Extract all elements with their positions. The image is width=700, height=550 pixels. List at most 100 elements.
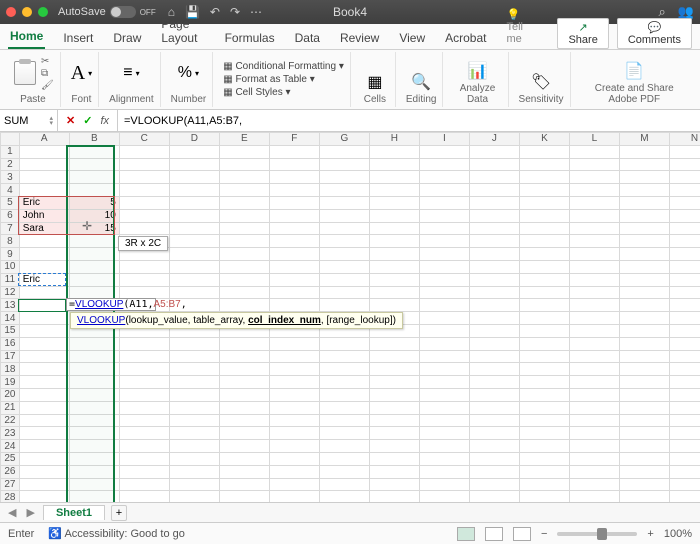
cell-J11[interactable] <box>469 273 519 286</box>
cell-I20[interactable] <box>419 388 469 401</box>
cell-J27[interactable] <box>469 478 519 491</box>
cell-E13[interactable] <box>219 299 269 312</box>
cell-L14[interactable] <box>569 312 619 325</box>
cell-G8[interactable] <box>319 235 369 248</box>
row-header-9[interactable]: 9 <box>1 248 20 261</box>
align-icon[interactable]: ≡ <box>123 64 132 82</box>
cell-N9[interactable] <box>669 248 700 261</box>
col-header-A[interactable]: A <box>19 133 69 146</box>
cell-D7[interactable] <box>169 222 219 235</box>
row-header-2[interactable]: 2 <box>1 158 20 171</box>
name-box[interactable]: SUM ▴▾ <box>0 110 58 131</box>
cell-E23[interactable] <box>219 427 269 440</box>
cell-A5[interactable]: Eric <box>19 196 69 209</box>
cell-B1[interactable] <box>69 145 119 158</box>
cell-M20[interactable] <box>619 388 669 401</box>
row-header-15[interactable]: 15 <box>1 324 20 337</box>
cell-L23[interactable] <box>569 427 619 440</box>
cell-G18[interactable] <box>319 363 369 376</box>
cell-J10[interactable] <box>469 260 519 273</box>
cell-B8[interactable] <box>69 235 119 248</box>
cell-E26[interactable] <box>219 465 269 478</box>
cell-F7[interactable] <box>269 222 319 235</box>
cell-I1[interactable] <box>419 145 469 158</box>
comments-button[interactable]: Comments <box>617 18 692 49</box>
row-header-24[interactable]: 24 <box>1 440 20 453</box>
cell-H17[interactable] <box>369 350 419 363</box>
cell-L5[interactable] <box>569 196 619 209</box>
cell-A15[interactable] <box>19 324 69 337</box>
cell-L15[interactable] <box>569 324 619 337</box>
col-header-C[interactable]: C <box>119 133 169 146</box>
cell-K28[interactable] <box>519 491 569 502</box>
cell-A17[interactable] <box>19 350 69 363</box>
cell-K4[interactable] <box>519 184 569 197</box>
cell-K5[interactable] <box>519 196 569 209</box>
cell-J20[interactable] <box>469 388 519 401</box>
row-header-7[interactable]: 7 <box>1 222 20 235</box>
cell-F20[interactable] <box>269 388 319 401</box>
cell-I9[interactable] <box>419 248 469 261</box>
cell-D10[interactable] <box>169 260 219 273</box>
cell-G12[interactable] <box>319 286 369 299</box>
cell-I12[interactable] <box>419 286 469 299</box>
row-header-12[interactable]: 12 <box>1 286 20 299</box>
col-header-E[interactable]: E <box>219 133 269 146</box>
cell-H18[interactable] <box>369 363 419 376</box>
cell-E5[interactable] <box>219 196 269 209</box>
cell-M13[interactable] <box>619 299 669 312</box>
cell-E1[interactable] <box>219 145 269 158</box>
cell-J26[interactable] <box>469 465 519 478</box>
close-icon[interactable] <box>6 7 16 17</box>
cell-E9[interactable] <box>219 248 269 261</box>
cell-J4[interactable] <box>469 184 519 197</box>
cell-G27[interactable] <box>319 478 369 491</box>
cell-D6[interactable] <box>169 209 219 222</box>
cell-F28[interactable] <box>269 491 319 502</box>
row-header-11[interactable]: 11 <box>1 273 20 286</box>
cell-C16[interactable] <box>119 337 169 350</box>
cell-J19[interactable] <box>469 376 519 389</box>
cell-K21[interactable] <box>519 401 569 414</box>
cell-H5[interactable] <box>369 196 419 209</box>
col-header-F[interactable]: F <box>269 133 319 146</box>
cell-H19[interactable] <box>369 376 419 389</box>
format-as-table-button[interactable]: ▦ Format as Table ▾ <box>223 73 315 86</box>
cell-L19[interactable] <box>569 376 619 389</box>
in-cell-formula[interactable]: =VLOOKUP(A11,A5:B7, <box>66 298 156 311</box>
cell-I21[interactable] <box>419 401 469 414</box>
cell-A22[interactable] <box>19 414 69 427</box>
cell-K14[interactable] <box>519 312 569 325</box>
cell-K24[interactable] <box>519 440 569 453</box>
cell-E16[interactable] <box>219 337 269 350</box>
cell-H9[interactable] <box>369 248 419 261</box>
cell-G22[interactable] <box>319 414 369 427</box>
cell-G5[interactable] <box>319 196 369 209</box>
row-header-10[interactable]: 10 <box>1 260 20 273</box>
cell-K7[interactable] <box>519 222 569 235</box>
cell-N23[interactable] <box>669 427 700 440</box>
row-header-27[interactable]: 27 <box>1 478 20 491</box>
cell-K13[interactable] <box>519 299 569 312</box>
cell-I6[interactable] <box>419 209 469 222</box>
cell-L25[interactable] <box>569 452 619 465</box>
cell-G21[interactable] <box>319 401 369 414</box>
cell-B21[interactable] <box>69 401 119 414</box>
add-sheet-button[interactable]: + <box>111 505 127 521</box>
cell-M7[interactable] <box>619 222 669 235</box>
cell-F12[interactable] <box>269 286 319 299</box>
tab-formulas[interactable]: Formulas <box>223 27 277 49</box>
cell-E12[interactable] <box>219 286 269 299</box>
cell-J3[interactable] <box>469 171 519 184</box>
col-header-J[interactable]: J <box>469 133 519 146</box>
cell-I26[interactable] <box>419 465 469 478</box>
cell-D11[interactable] <box>169 273 219 286</box>
cell-A20[interactable] <box>19 388 69 401</box>
view-page-break-button[interactable] <box>513 527 531 541</box>
cell-J15[interactable] <box>469 324 519 337</box>
cell-M15[interactable] <box>619 324 669 337</box>
cell-L26[interactable] <box>569 465 619 478</box>
cell-G6[interactable] <box>319 209 369 222</box>
cell-E19[interactable] <box>219 376 269 389</box>
cell-L2[interactable] <box>569 158 619 171</box>
